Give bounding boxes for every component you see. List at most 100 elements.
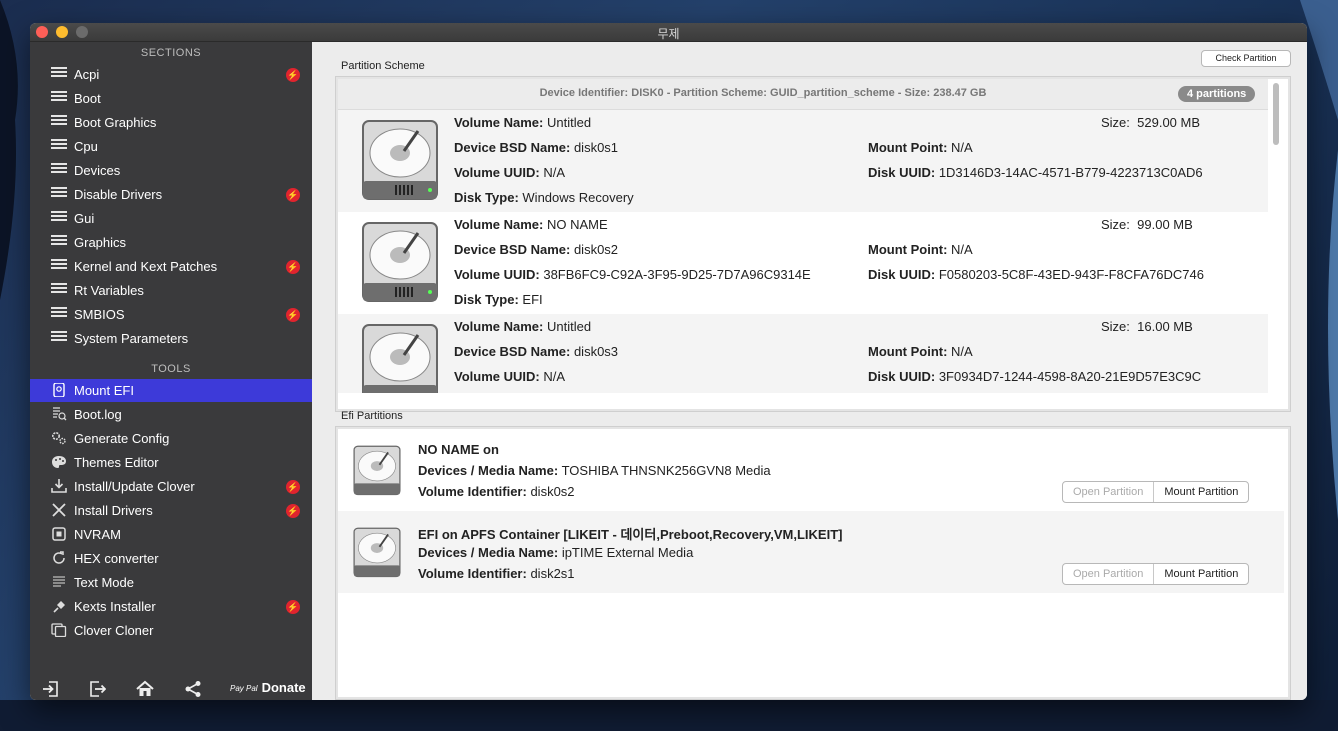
palette-icon <box>52 456 66 468</box>
sidebar-item-boot-graphics[interactable]: Boot Graphics <box>30 111 312 134</box>
volume-uuid-field: Volume UUID: 38FB6FC9-C92A-3F95-9D25-7D7… <box>454 267 811 282</box>
sidebar-item-label: Disable Drivers <box>74 187 163 202</box>
warning-badge: ⚡ <box>286 504 300 518</box>
tool-boot-log[interactable]: Boot.log <box>30 403 312 426</box>
warning-badge: ⚡ <box>286 600 300 614</box>
sidebar-item-graphics[interactable]: Graphics <box>30 231 312 254</box>
donate-button[interactable]: Pay Pal Donate <box>230 680 306 695</box>
disk-uuid-field: Disk UUID: 1D3146D3-14AC-4571-B779-42237… <box>868 165 1203 180</box>
sidebar-item-boot[interactable]: Boot <box>30 87 312 110</box>
home-icon[interactable] <box>136 680 154 698</box>
efi-partition-row[interactable]: NO NAME on Devices / Media Name: TOSHIBA… <box>338 429 1284 511</box>
volume-name-field: Volume Name: Untitled <box>454 319 592 334</box>
title-bar: 무제 <box>30 23 1307 42</box>
disk-uuid-field: Disk UUID: 3F0934D7-1244-4598-8A20-21E9D… <box>868 369 1202 384</box>
list-icon <box>51 115 67 129</box>
list-icon <box>51 67 67 81</box>
share-icon[interactable] <box>184 680 202 698</box>
volume-uuid-field: Volume UUID: N/A <box>454 165 566 180</box>
sidebar-item-smbios[interactable]: SMBIOS ⚡ <box>30 303 312 326</box>
list-icon <box>51 235 67 249</box>
tool-install-update-clover[interactable]: Install/Update Clover ⚡ <box>30 475 312 498</box>
sidebar-item-devices[interactable]: Devices <box>30 159 312 182</box>
list-icon <box>51 331 67 345</box>
sections-header: SECTIONS <box>140 47 202 59</box>
bsd-name-field: Device BSD Name: disk0s3 <box>454 344 619 359</box>
partition-row[interactable]: Volume Name: Untitled Device BSD Name: d… <box>338 314 1268 393</box>
partition-scheme-label: Partition Scheme <box>341 60 425 72</box>
warning-badge: ⚡ <box>286 68 300 82</box>
efi-partitions-label: Efi Partitions <box>341 410 403 422</box>
open-partition-button[interactable]: Open Partition <box>1063 564 1155 584</box>
size-field: Size: 529.00 MB <box>1101 115 1201 130</box>
bsd-name-field: Device BSD Name: disk0s2 <box>454 242 619 257</box>
partition-row[interactable]: Volume Name: NO NAME Device BSD Name: di… <box>338 212 1268 314</box>
sidebar-item-label: System Parameters <box>74 331 189 346</box>
sidebar-item-cpu[interactable]: Cpu <box>30 135 312 158</box>
mount-point-field: Mount Point: N/A <box>868 242 973 257</box>
volume-name-field: Volume Name: NO NAME <box>454 217 608 232</box>
list-icon <box>51 283 67 297</box>
sidebar-item-acpi[interactable]: Acpi ⚡ <box>30 63 312 86</box>
tool-generate-config[interactable]: Generate Config <box>30 427 312 450</box>
sidebar-item-label: SMBIOS <box>74 307 125 322</box>
partition-scheme-panel: Device Identifier: DISK0 - Partition Sch… <box>335 76 1291 412</box>
tools-header: TOOLS <box>151 363 191 375</box>
partition-row[interactable]: Volume Name: Untitled Device BSD Name: d… <box>338 110 1268 212</box>
warning-badge: ⚡ <box>286 480 300 494</box>
partition-count-badge: 4 partitions <box>1178 86 1256 102</box>
sidebar-item-label: Graphics <box>74 235 127 250</box>
sidebar-item-disable-drivers[interactable]: Disable Drivers ⚡ <box>30 183 312 206</box>
sidebar-item-system-parameters[interactable]: System Parameters <box>30 327 312 350</box>
tool-clover-cloner[interactable]: Clover Cloner <box>30 619 312 642</box>
export-icon[interactable] <box>88 680 106 698</box>
tools-icon <box>52 503 66 517</box>
sidebar-item-rt-variables[interactable]: Rt Variables <box>30 279 312 302</box>
sidebar-item-gui[interactable]: Gui <box>30 207 312 230</box>
gears-icon <box>51 431 66 445</box>
tool-themes-editor[interactable]: Themes Editor <box>30 451 312 474</box>
sidebar-item-label: Devices <box>74 163 121 178</box>
paypal-icon: Pay Pal <box>230 683 258 693</box>
hard-drive-icon <box>362 324 438 393</box>
mount-point-field: Mount Point: N/A <box>868 344 973 359</box>
tool-hex-converter[interactable]: HEX converter <box>30 547 312 570</box>
media-name-field: Devices / Media Name: TOSHIBA THNSNK256G… <box>418 463 771 478</box>
list-icon <box>51 307 67 321</box>
volume-identifier-field: Volume Identifier: disk2s1 <box>418 566 575 581</box>
list-icon <box>51 91 67 105</box>
mount-partition-button[interactable]: Mount Partition <box>1154 482 1248 502</box>
mount-partition-button[interactable]: Mount Partition <box>1154 564 1248 584</box>
efi-partition-row[interactable]: EFI on APFS Container [LIKEIT - 데이터,Preb… <box>338 511 1284 593</box>
tool-text-mode[interactable]: Text Mode <box>30 571 312 594</box>
disk-type-field: Disk Type: EFI <box>454 292 543 307</box>
volume-name-field: Volume Name: Untitled <box>454 115 592 130</box>
hard-drive-icon <box>353 527 401 578</box>
sidebar-footer: Pay Pal Donate <box>30 678 312 700</box>
plug-icon <box>53 601 65 613</box>
tool-nvram[interactable]: NVRAM <box>30 523 312 546</box>
volume-uuid-field: Volume UUID: N/A <box>454 369 566 384</box>
tool-mount-efi[interactable]: Mount EFI <box>30 379 312 402</box>
hard-drive-icon <box>353 445 401 496</box>
disk-icon <box>53 383 65 397</box>
sidebar-item-label: Text Mode <box>74 575 134 590</box>
tool-install-drivers[interactable]: Install Drivers ⚡ <box>30 499 312 522</box>
warning-badge: ⚡ <box>286 188 300 202</box>
tool-kexts-installer[interactable]: Kexts Installer ⚡ <box>30 595 312 618</box>
sidebar: SECTIONS TOOLS Acpi ⚡ Boot Boot Graphics… <box>30 42 312 700</box>
vertical-scrollbar[interactable] <box>1273 83 1279 145</box>
download-icon <box>51 479 67 493</box>
efi-title: EFI on APFS Container [LIKEIT - 데이터,Preb… <box>418 527 843 542</box>
list-icon <box>51 211 67 225</box>
size-field: Size: 16.00 MB <box>1101 319 1193 334</box>
open-partition-button[interactable]: Open Partition <box>1063 482 1155 502</box>
sidebar-item-kernel-kext-patches[interactable]: Kernel and Kext Patches ⚡ <box>30 255 312 278</box>
sidebar-item-label: Gui <box>74 211 95 226</box>
partition-actions: Open Partition Mount Partition <box>1062 481 1250 503</box>
check-partition-button[interactable]: Check Partition <box>1201 50 1291 67</box>
chip-icon <box>52 527 66 541</box>
import-icon[interactable] <box>42 680 60 698</box>
donate-label: Donate <box>261 680 306 695</box>
list-icon <box>51 259 67 273</box>
